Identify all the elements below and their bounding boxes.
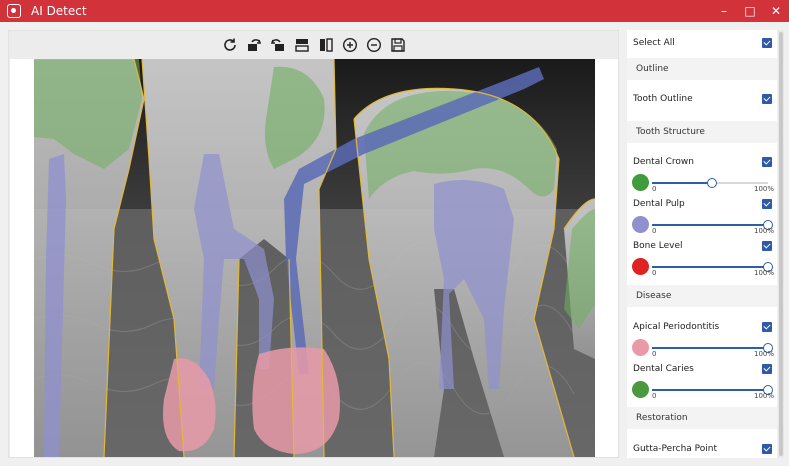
refresh-icon: [223, 38, 236, 51]
dental-xray-image: [34, 59, 595, 457]
tooth-outline-label: Tooth Outline: [633, 94, 693, 104]
select-all-row[interactable]: Select All: [627, 31, 777, 55]
zoom-in-icon: [342, 37, 357, 53]
dental-pulp-slider[interactable]: [652, 220, 773, 230]
image-canvas[interactable]: [10, 59, 618, 457]
maximize-button[interactable]: □: [737, 0, 763, 22]
dental-crown-slider-row: 0 100%: [627, 172, 777, 194]
bone-level-slider-row: 0 100%: [627, 256, 777, 278]
title-bar: AI Detect – □ ✕: [0, 0, 789, 22]
tooth-outline-checkbox[interactable]: [762, 94, 772, 104]
close-button[interactable]: ✕: [763, 0, 789, 22]
zoom-out-icon: [366, 37, 381, 53]
slider-min-label: 0: [652, 269, 657, 277]
dental-pulp-color-swatch[interactable]: [632, 216, 649, 233]
apical-periodontitis-slider-row: 0 100%: [627, 337, 777, 359]
section-outline: Outline: [627, 58, 777, 80]
slider-max-label: 100%: [754, 269, 775, 277]
select-all-checkbox[interactable]: [762, 38, 772, 48]
dental-crown-checkbox[interactable]: [762, 157, 772, 167]
bone-level-checkbox[interactable]: [762, 241, 772, 251]
apical-periodontitis-row[interactable]: Apical Periodontitis: [627, 315, 777, 339]
dental-crown-row[interactable]: Dental Crown: [627, 150, 777, 174]
section-tooth-structure: Tooth Structure: [627, 121, 777, 143]
refresh-button[interactable]: [219, 35, 240, 56]
save-button[interactable]: [387, 35, 408, 56]
dental-crown-color-swatch[interactable]: [632, 174, 649, 191]
flip-vertical-icon: [294, 39, 309, 52]
slider-min-label: 0: [652, 392, 657, 400]
bone-level-row[interactable]: Bone Level: [627, 234, 777, 258]
rotate-right-button[interactable]: [267, 35, 288, 56]
slider-max-label: 100%: [754, 392, 775, 400]
rotate-left-button[interactable]: [243, 35, 264, 56]
panel-scrollbar[interactable]: [778, 30, 784, 458]
dental-pulp-label: Dental Pulp: [633, 199, 685, 209]
bone-level-label: Bone Level: [633, 241, 683, 251]
apical-periodontitis-slider[interactable]: [652, 343, 773, 353]
image-viewer: [8, 30, 619, 458]
flip-horizontal-button[interactable]: [315, 35, 336, 56]
dental-pulp-checkbox[interactable]: [762, 199, 772, 209]
flip-horizontal-icon: [319, 38, 333, 52]
apical-periodontitis-checkbox[interactable]: [762, 322, 772, 332]
select-all-label: Select All: [633, 38, 675, 48]
slider-handle[interactable]: [707, 178, 717, 188]
dental-pulp-slider-row: 0 100%: [627, 214, 777, 236]
dental-caries-slider-row: 0 100%: [627, 379, 777, 401]
image-toolbar: [9, 31, 618, 59]
dental-caries-slider[interactable]: [652, 385, 773, 395]
apical-periodontitis-color-swatch[interactable]: [632, 339, 649, 356]
tooth-outline-row[interactable]: Tooth Outline: [627, 87, 777, 111]
dental-crown-label: Dental Crown: [633, 157, 694, 167]
gutta-percha-row[interactable]: Gutta-Percha Point: [627, 437, 777, 458]
zoom-in-button[interactable]: [339, 35, 360, 56]
dental-caries-checkbox[interactable]: [762, 364, 772, 374]
zoom-out-button[interactable]: [363, 35, 384, 56]
apical-periodontitis-label: Apical Periodontitis: [633, 322, 720, 332]
scrollbar-thumb[interactable]: [779, 32, 783, 456]
section-restoration: Restoration: [627, 407, 777, 429]
window-title: AI Detect: [31, 4, 87, 18]
rotate-left-icon: [247, 39, 261, 51]
save-icon: [390, 38, 405, 52]
dental-pulp-row[interactable]: Dental Pulp: [627, 192, 777, 216]
dental-caries-color-swatch[interactable]: [632, 381, 649, 398]
dental-crown-slider[interactable]: [652, 178, 768, 188]
bone-level-color-swatch[interactable]: [632, 258, 649, 275]
bone-level-slider[interactable]: [652, 262, 773, 272]
minimize-button[interactable]: –: [711, 0, 737, 22]
rotate-right-icon: [270, 39, 284, 51]
gutta-percha-label: Gutta-Percha Point: [633, 444, 718, 454]
section-disease: Disease: [627, 285, 777, 307]
app-logo-icon: [7, 4, 21, 18]
dental-caries-row[interactable]: Dental Caries: [627, 357, 777, 381]
gutta-percha-checkbox[interactable]: [762, 444, 772, 454]
layer-panel: Select All Outline Tooth Outline Tooth S…: [627, 30, 777, 458]
flip-vertical-button[interactable]: [291, 35, 312, 56]
dental-caries-label: Dental Caries: [633, 364, 694, 374]
